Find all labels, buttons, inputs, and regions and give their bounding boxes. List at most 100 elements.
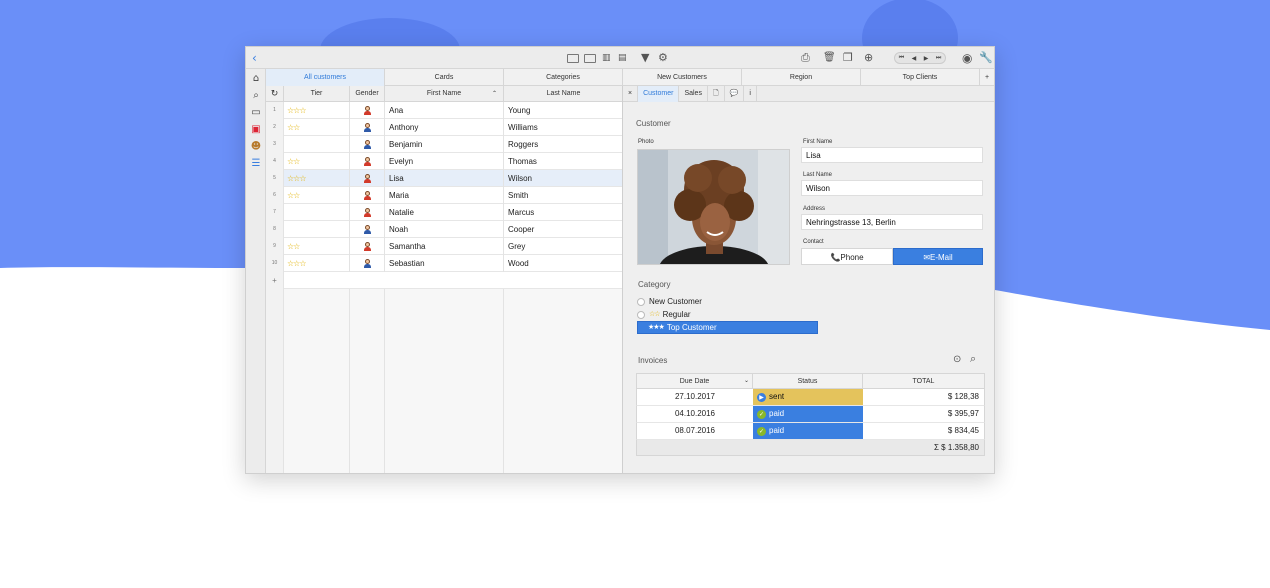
table-row[interactable]: 1 ☆☆☆ Ana Young	[266, 102, 622, 119]
table-row[interactable]: 9 ☆☆ Samantha Grey	[266, 238, 622, 255]
star-icon: ☆☆	[649, 310, 661, 318]
status-label: paid	[769, 426, 785, 435]
gear-icon[interactable]: ⚙	[658, 51, 668, 65]
table-row[interactable]: 5 ☆☆☆ Lisa Wilson	[266, 170, 622, 187]
column-header-tier[interactable]: Tier	[284, 86, 350, 102]
column-header-total[interactable]: TOTAL	[863, 374, 984, 389]
sidebar: ⌂ ⌕ ▭ ▣ ☻ ☰	[246, 69, 266, 473]
column-header-first-name[interactable]: First Name ⌃	[385, 86, 504, 102]
row-number: 7	[266, 204, 284, 221]
trash-icon[interactable]: 🗑	[823, 51, 836, 65]
female-icon	[363, 191, 371, 200]
row-number: 10	[266, 255, 284, 272]
first-name-cell: Anthony	[385, 119, 504, 136]
column-header-last-name[interactable]: Last Name	[504, 86, 622, 102]
address-field[interactable]: Nehringstrasse 13, Berlin	[801, 214, 983, 230]
invoice-row[interactable]: 27.10.2017 ▶ sent $ 128,38	[636, 389, 985, 406]
first-name-field[interactable]: Lisa	[801, 147, 983, 163]
due-date-cell: 08.07.2016	[674, 426, 716, 435]
table-row[interactable]: 3 Benjamin Roggers	[266, 136, 622, 153]
people-icon[interactable]: ☻	[250, 140, 262, 152]
add-row[interactable]: +	[266, 272, 622, 289]
calendar-icon[interactable]: ▭	[250, 106, 262, 118]
document-icon[interactable]: 🗋	[708, 86, 725, 102]
last-name-cell: Wood	[508, 259, 529, 268]
first-icon[interactable]: ⏮	[899, 54, 904, 62]
category-new-customer[interactable]: New Customer	[637, 295, 702, 308]
search-invoice-icon[interactable]: ⌕	[970, 352, 976, 366]
status-label: paid	[769, 409, 785, 418]
grid-empty-area	[266, 289, 622, 473]
refresh-icon[interactable]: ↻	[266, 86, 284, 102]
gender-cell	[350, 153, 385, 170]
add-row-button[interactable]: +	[266, 272, 284, 289]
next-icon[interactable]: ▶	[924, 55, 929, 62]
total-cell: $ 834,45	[947, 426, 979, 435]
close-detail-button[interactable]: ×	[623, 86, 639, 102]
gender-cell	[350, 119, 385, 136]
category-label: Regular	[662, 310, 691, 319]
wrench-icon[interactable]: 🔧	[979, 51, 993, 65]
table-row[interactable]: 10 ☆☆☆ Sebastian Wood	[266, 255, 622, 272]
table-row[interactable]: 7 Natalie Marcus	[266, 204, 622, 221]
check-icon: ✓	[757, 409, 766, 419]
filter-icon[interactable]: ▼	[641, 51, 649, 65]
last-name-cell: Roggers	[508, 140, 539, 149]
prev-icon[interactable]: ◀	[912, 55, 917, 62]
table-row[interactable]: 8 Noah Cooper	[266, 221, 622, 238]
table-row[interactable]: 2 ☆☆ Anthony Williams	[266, 119, 622, 136]
table-row[interactable]: 6 ☆☆ Maria Smith	[266, 187, 622, 204]
email-button[interactable]: ✉E-Mail	[893, 248, 983, 265]
tab-cards[interactable]: Cards	[385, 69, 504, 86]
category-top-customer[interactable]: ★★★ Top Customer	[637, 321, 818, 334]
email-icon: ✉	[923, 253, 931, 262]
search-icon[interactable]: ⌕	[250, 89, 262, 101]
table-row[interactable]: 4 ☆☆ Evelyn Thomas	[266, 153, 622, 170]
tab-new-customers[interactable]: New Customers	[623, 69, 742, 86]
db-icon[interactable]: ▤	[618, 51, 627, 65]
layers-icon[interactable]: ☰	[250, 157, 262, 169]
comment-icon[interactable]: 💬	[725, 86, 745, 102]
customer-photo[interactable]	[637, 149, 790, 265]
add-icon[interactable]: ⊕	[864, 51, 873, 65]
column-header-status[interactable]: Status	[753, 374, 863, 389]
first-name-cell: Sebastian	[385, 255, 504, 272]
add-invoice-icon[interactable]: ⊙	[953, 353, 961, 367]
home-icon[interactable]: ⌂	[250, 72, 262, 84]
tab-all-customers[interactable]: All customers	[266, 69, 385, 86]
last-name-field[interactable]: Wilson	[801, 180, 983, 196]
subtab-sales[interactable]: Sales	[679, 86, 708, 102]
first-name-cell: Lisa	[385, 170, 504, 187]
copy-icon[interactable]: ❐	[843, 51, 853, 65]
tab-categories[interactable]: Categories	[504, 69, 623, 86]
add-tab-button[interactable]: +	[980, 69, 994, 86]
category-regular[interactable]: ☆☆ Regular	[637, 308, 691, 321]
info-icon[interactable]: i	[744, 86, 757, 102]
gift-icon[interactable]: ▣	[250, 123, 262, 135]
invoice-row[interactable]: 04.10.2016 ✓ paid $ 395,97	[636, 406, 985, 423]
row-number: 3	[266, 136, 284, 153]
table-view-icon[interactable]	[567, 51, 579, 65]
tier-stars: ☆☆☆	[284, 255, 350, 272]
column-header-due-date[interactable]: Due Date ⌄	[637, 374, 753, 389]
print-icon[interactable]: ⎙	[801, 51, 810, 65]
due-date-cell: 27.10.2017	[674, 392, 716, 401]
grid-header: ↻ Tier Gender First Name ⌃ Last Name	[266, 86, 622, 102]
grid-view-icon[interactable]	[584, 51, 596, 65]
category-section-title: Category	[638, 280, 671, 289]
user-icon[interactable]: ◉	[962, 51, 972, 65]
radio-button	[637, 297, 645, 306]
back-icon[interactable]: ‹	[252, 51, 257, 65]
chart-icon[interactable]: ▥	[602, 51, 611, 65]
last-icon[interactable]: ⏭	[936, 54, 941, 62]
tier-stars: ☆☆☆	[284, 102, 350, 119]
tab-region[interactable]: Region	[742, 69, 861, 86]
invoice-row[interactable]: 08.07.2016 ✓ paid $ 834,45	[636, 423, 985, 440]
subtab-customer[interactable]: Customer	[638, 86, 680, 102]
phone-icon: 📞	[830, 253, 841, 262]
tier-stars: ☆☆	[284, 119, 350, 136]
phone-button[interactable]: 📞Phone	[801, 248, 893, 265]
tier-stars	[284, 204, 350, 221]
column-header-gender[interactable]: Gender	[350, 86, 385, 102]
tab-top-clients[interactable]: Top Clients	[861, 69, 980, 86]
